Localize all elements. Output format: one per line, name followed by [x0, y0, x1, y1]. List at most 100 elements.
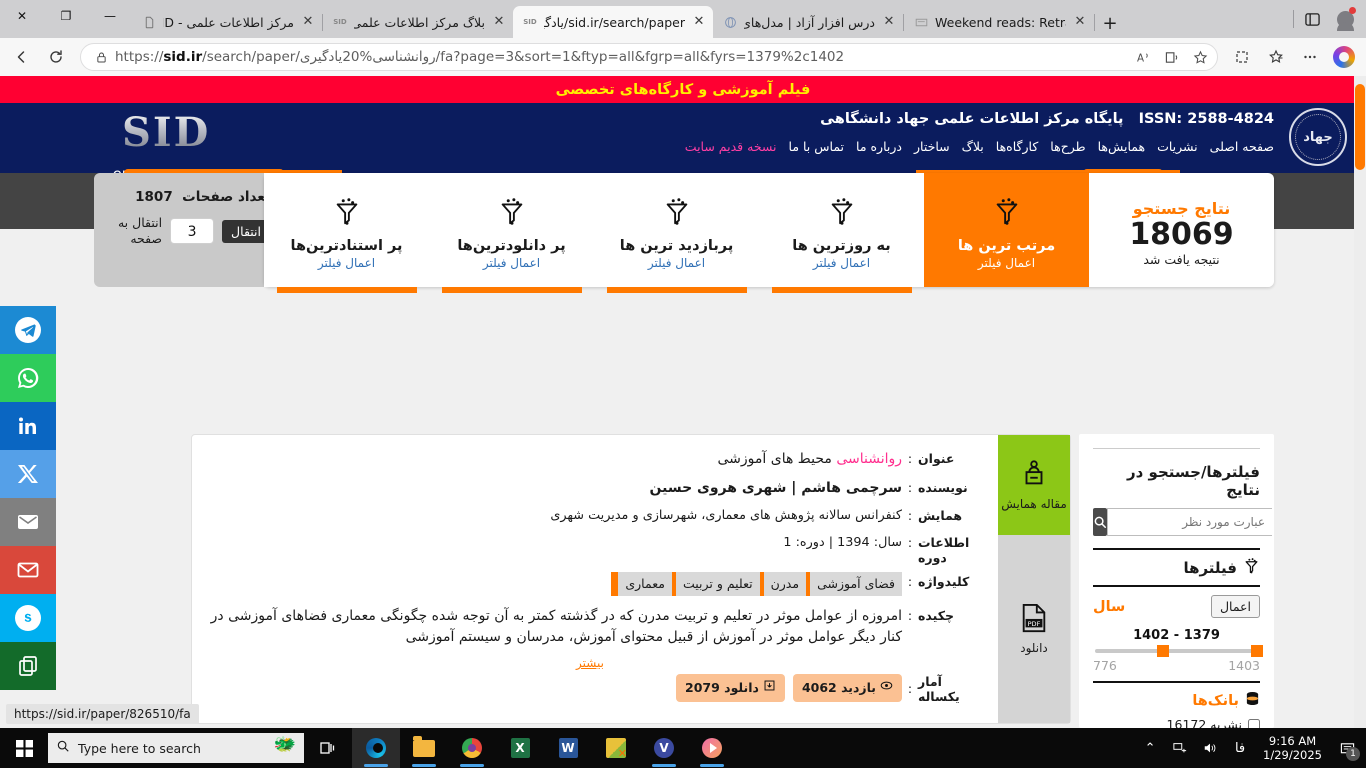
- keyword-chip[interactable]: فضای آموزشی: [803, 572, 902, 596]
- result-conference[interactable]: کنفرانس سالانه پژوهش های معماری، شهرسازی…: [200, 506, 902, 526]
- result-authors[interactable]: سرچمی هاشم | شهری هروی حسین: [200, 478, 902, 500]
- tab-close-icon[interactable]: ✕: [491, 14, 507, 30]
- nav-item-structure[interactable]: ساختار: [914, 139, 950, 154]
- download-button[interactable]: PDF دانلود: [998, 535, 1070, 723]
- language-indicator[interactable]: فا: [1227, 728, 1253, 768]
- slider-track[interactable]: [1095, 645, 1264, 657]
- split-screen-icon[interactable]: [1226, 42, 1258, 72]
- bank-checkbox[interactable]: [1248, 718, 1260, 728]
- filter-funnel-icon: [332, 196, 362, 230]
- favorite-star-icon[interactable]: [1187, 44, 1213, 70]
- tab-underline: [442, 287, 582, 293]
- slider-handle-max[interactable]: [1251, 645, 1264, 657]
- field-label-title: عنوان: [918, 451, 955, 466]
- collections-icon[interactable]: [1260, 42, 1292, 72]
- sort-tab-newest[interactable]: به روزترین ها اعمال فیلتر: [759, 173, 924, 293]
- task-view-button[interactable]: [304, 728, 352, 768]
- browser-tab[interactable]: درس افزار آزاد | مدل‌های بزرگ ✕: [713, 6, 903, 38]
- slider-handle-min[interactable]: [1156, 645, 1169, 657]
- search-input[interactable]: [1107, 508, 1272, 536]
- linkedin-icon[interactable]: [0, 402, 56, 450]
- keyword-chip[interactable]: تعلیم و تربیت: [668, 572, 760, 596]
- page-scrollbar[interactable]: [1354, 76, 1366, 728]
- browser-tab[interactable]: SID بلاگ مرکز اطلاعات علمی | SID ✕: [323, 6, 513, 38]
- nav-item-projects[interactable]: طرح‌ها: [1050, 139, 1085, 154]
- show-hidden-icons[interactable]: ⌃: [1137, 728, 1163, 768]
- new-tab-button[interactable]: +: [1095, 8, 1125, 38]
- telegram-icon[interactable]: [0, 306, 56, 354]
- views-label: بازدید 4062: [801, 680, 876, 696]
- taskbar-app-vpn[interactable]: V: [640, 728, 688, 768]
- copy-icon[interactable]: [0, 642, 56, 690]
- result-card[interactable]: مقاله همایش PDF دانلود عنوان : روانشناسی…: [191, 434, 1071, 724]
- conference-paper-badge[interactable]: مقاله همایش: [998, 435, 1070, 535]
- sort-tab-most-viewed[interactable]: پربازدید ترین ها اعمال فیلتر: [594, 173, 759, 293]
- maximize-button[interactable]: ❐: [44, 0, 88, 31]
- pages-total: تعداد صفحات 1807: [104, 189, 270, 205]
- taskbar-app-word[interactable]: W: [544, 728, 592, 768]
- immersive-reader-icon[interactable]: [1159, 44, 1185, 70]
- tab-close-icon[interactable]: ✕: [691, 14, 707, 30]
- x-icon[interactable]: [0, 450, 56, 498]
- nav-item-contact[interactable]: تماس با ما: [789, 139, 845, 154]
- goto-page-button[interactable]: انتقال: [222, 219, 270, 243]
- divider: [1093, 585, 1260, 587]
- bank-checkbox-row[interactable]: نشریه 16172: [1093, 717, 1260, 728]
- nav-item-blog[interactable]: بلاگ: [962, 139, 984, 154]
- address-bar[interactable]: https://sid.ir/search/paper/روانشناسی%20…: [80, 43, 1218, 71]
- result-title[interactable]: روانشناسی محیط های آموزشی: [200, 449, 902, 471]
- notifications-button[interactable]: 1: [1332, 728, 1362, 768]
- nav-item-workshops[interactable]: کارگاه‌ها: [996, 139, 1039, 154]
- start-button[interactable]: [0, 728, 48, 768]
- scrollbar-thumb[interactable]: [1355, 84, 1365, 170]
- keyword-chip[interactable]: مدرن: [756, 572, 807, 596]
- sort-tab-most-cited[interactable]: پر استنادترین‌ها اعمال فیلتر: [264, 173, 429, 293]
- taskbar-app-edge[interactable]: [352, 728, 400, 768]
- gmail-icon[interactable]: [0, 546, 56, 594]
- taskbar-app-file-explorer[interactable]: [400, 728, 448, 768]
- clock[interactable]: 9:16 AM 1/29/2025: [1257, 734, 1328, 763]
- keyword-chip[interactable]: معماری: [611, 572, 672, 596]
- reload-icon[interactable]: [40, 42, 72, 72]
- tab-actions-icon[interactable]: [1296, 0, 1328, 38]
- whatsapp-icon[interactable]: [0, 354, 56, 402]
- browser-tab-active[interactable]: SID sid.ir/search/paper/یادگیری ن ✕: [513, 6, 713, 38]
- promo-banner[interactable]: فیلم آموزشی و کارگاه‌های تخصصی: [0, 76, 1366, 103]
- tab-close-icon[interactable]: ✕: [300, 14, 316, 30]
- settings-more-icon[interactable]: [1294, 42, 1326, 72]
- profile-button[interactable]: [1328, 0, 1362, 38]
- nav-item-main[interactable]: صفحه اصلی: [1210, 139, 1274, 154]
- taskbar-app-mixed[interactable]: [592, 728, 640, 768]
- taskbar-app-media-player[interactable]: [688, 728, 736, 768]
- minimize-button[interactable]: —: [88, 0, 132, 31]
- status-bar-url: https://sid.ir/paper/826510/fa: [6, 704, 199, 724]
- volume-icon[interactable]: [1197, 728, 1223, 768]
- nav-item-old-site[interactable]: نسخه قدیم سایت: [685, 139, 777, 154]
- network-icon[interactable]: [1167, 728, 1193, 768]
- taskbar-search[interactable]: Type here to search 🐲: [48, 733, 304, 763]
- nav-item-conferences[interactable]: همایش‌ها: [1098, 139, 1145, 154]
- email-icon[interactable]: [0, 498, 56, 546]
- browser-tab[interactable]: Weekend reads: Retraction c ✕: [904, 6, 1094, 38]
- nav-item-about[interactable]: درباره ما: [856, 139, 902, 154]
- taskbar-app-excel[interactable]: X: [496, 728, 544, 768]
- copilot-icon[interactable]: [1328, 42, 1360, 72]
- read-aloud-icon[interactable]: A: [1131, 44, 1157, 70]
- jahad-logo[interactable]: جهاد: [1282, 105, 1354, 169]
- skype-icon[interactable]: [0, 594, 56, 642]
- back-icon[interactable]: [6, 42, 38, 72]
- sid-logo[interactable]: SID: [122, 109, 210, 156]
- show-more-link[interactable]: بیشتر: [200, 656, 980, 670]
- browser-tab[interactable]: مرکز اطلاعات علمی - SID ✕: [132, 6, 322, 38]
- close-window-button[interactable]: ✕: [0, 0, 44, 31]
- tab-close-icon[interactable]: ✕: [881, 14, 897, 30]
- sort-tab-most-downloaded[interactable]: پر دانلودترین‌ها اعمال فیلتر: [429, 173, 594, 293]
- page-number-input[interactable]: 3: [170, 218, 215, 245]
- taskbar-app-chrome[interactable]: [448, 728, 496, 768]
- tab-close-icon[interactable]: ✕: [1072, 14, 1088, 30]
- sort-tab-relevant[interactable]: مرتب ترین ها اعمال فیلتر: [924, 173, 1089, 287]
- year-range-slider[interactable]: 1402 - 1379 776 1403: [1093, 628, 1264, 673]
- apply-year-button[interactable]: اعمال: [1210, 595, 1260, 618]
- nav-item-journals[interactable]: نشریات: [1157, 139, 1198, 154]
- search-icon[interactable]: [1093, 508, 1107, 536]
